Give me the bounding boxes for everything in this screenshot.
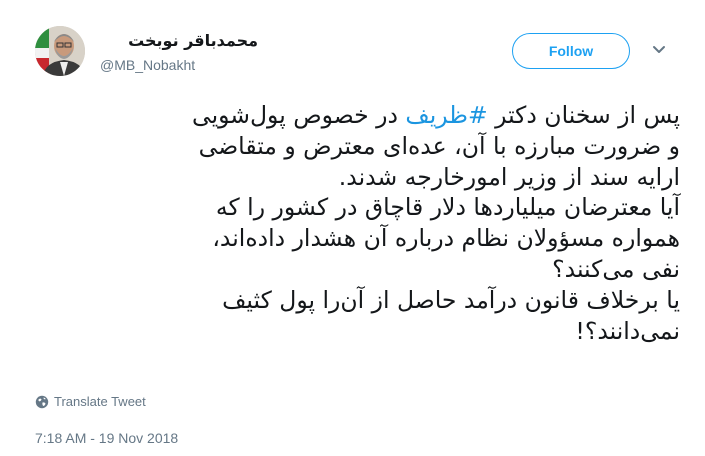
avatar-image — [35, 26, 85, 76]
tweet-line-5: همواره مسؤولان نظام درباره آن هشدار داده… — [212, 224, 680, 253]
globe-icon — [35, 395, 49, 408]
tweet-line-7: یا برخلاف قانون درآمد حاصل از آن‌را پول … — [222, 285, 680, 314]
tweet-line-1: پس از سخنان دکتر #ظریف در خصوص پول‌شویی — [30, 100, 680, 131]
follow-button[interactable]: Follow — [512, 33, 630, 69]
tweet-text-segment: پس از سخنان دکتر — [487, 101, 680, 129]
tweet-line-8: نمی‌دانند؟! — [575, 316, 680, 345]
tweet-text: پس از سخنان دکتر #ظریف در خصوص پول‌شویی … — [30, 100, 680, 346]
tweet-card: محمدباقر نوبخت @MB_Nobakht Follow پس از … — [0, 0, 705, 456]
avatar[interactable] — [35, 26, 85, 76]
translate-tweet-link[interactable]: Translate Tweet — [35, 394, 146, 409]
display-name[interactable]: محمدباقر نوبخت — [98, 31, 258, 50]
tweet-line-3: ارایه سند از وزیر امورخارجه شدند. — [338, 162, 680, 191]
hashtag-link[interactable]: #ظریف — [405, 101, 487, 129]
user-handle[interactable]: @MB_Nobakht — [100, 57, 195, 73]
tweet-timestamp[interactable]: 7:18 AM - 19 Nov 2018 — [35, 430, 178, 446]
chevron-down-icon[interactable] — [652, 45, 666, 55]
tweet-line-6: نفی می‌کنند؟ — [552, 254, 680, 283]
tweet-line-4: آیا معترضان میلیاردها دلار قاچاق در کشور… — [215, 193, 680, 222]
tweet-line-2: و ضرورت مبارزه با آن، عده‌ای معترض و متق… — [198, 131, 680, 160]
tweet-text-segment: در خصوص پول‌شویی — [192, 101, 406, 129]
translate-label: Translate Tweet — [54, 394, 146, 409]
